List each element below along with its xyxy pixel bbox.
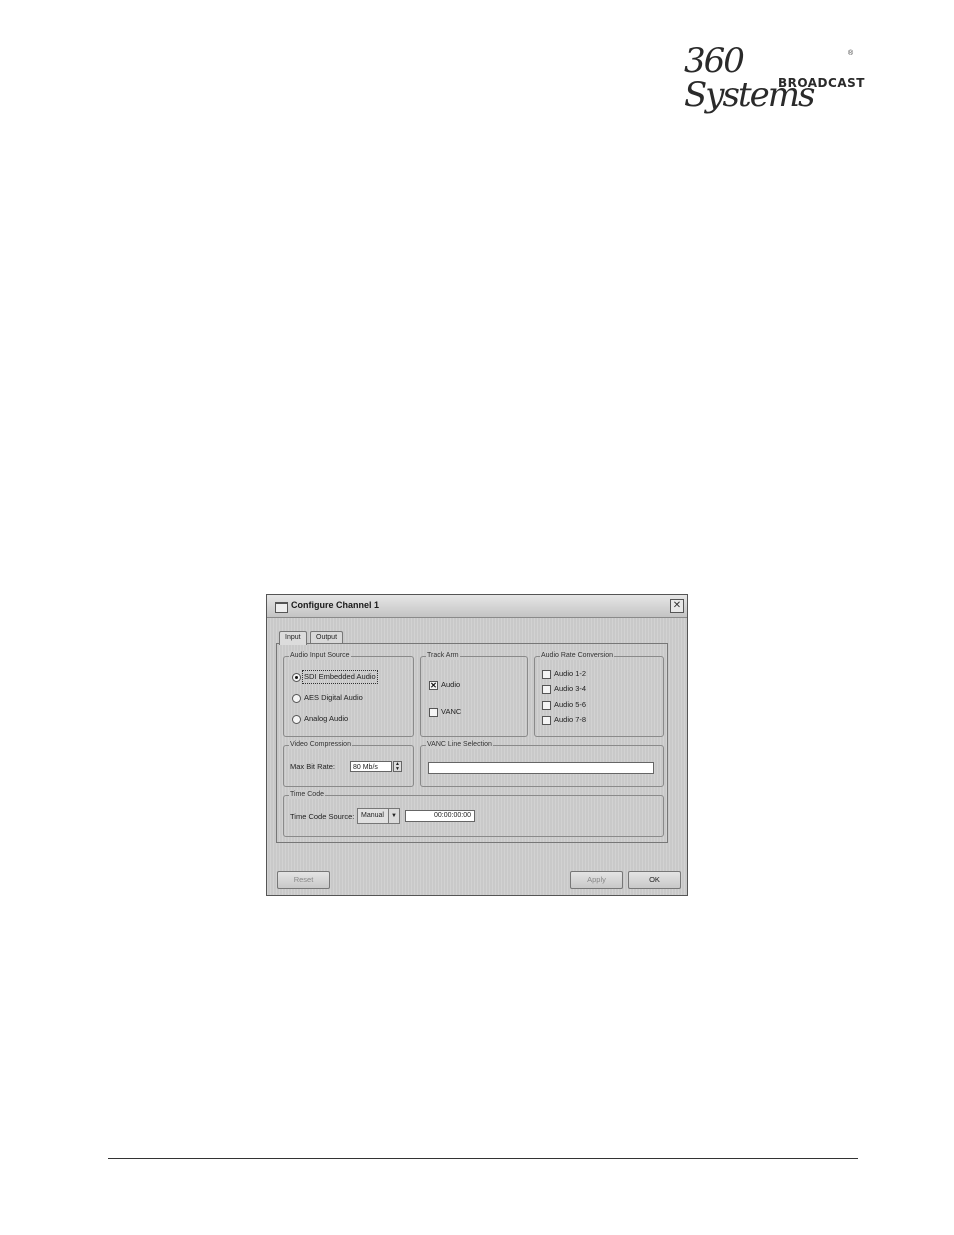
track-arm-group: Track Arm ✕ Audio VANC <box>420 651 528 737</box>
max-bit-rate-label: Max Bit Rate: <box>290 762 336 771</box>
time-code-group: Time Code Time Code Source: Manual ▼ 00:… <box>283 790 664 837</box>
checkbox[interactable] <box>429 708 438 717</box>
checkbox-checked[interactable]: ✕ <box>429 681 438 690</box>
company-logo: 360 Systems ® BROADCAST <box>684 44 864 112</box>
audio-input-source-label: Audio Input Source <box>289 651 351 660</box>
max-bit-rate-stepper[interactable]: ▲ ▼ <box>393 761 402 772</box>
checkbox[interactable] <box>542 685 551 694</box>
audio-rate-conversion-group: Audio Rate Conversion Audio 1-2 Audio 3-… <box>534 651 664 737</box>
footer-divider <box>108 1158 858 1159</box>
time-code-source-label: Time Code Source: <box>290 812 355 821</box>
checkbox-label: Audio 5-6 <box>554 700 587 709</box>
vanc-line-selection-group: VANC Line Selection <box>420 740 664 787</box>
checkbox-label: Audio 7-8 <box>554 715 587 724</box>
vanc-line-selection-label: VANC Line Selection <box>426 740 493 749</box>
audio-rate-conversion-label: Audio Rate Conversion <box>540 651 614 660</box>
audio-input-source-group: Audio Input Source SDI Embedded Audio AE… <box>283 651 414 737</box>
time-code-label: Time Code <box>289 790 325 799</box>
close-icon[interactable]: ✕ <box>670 599 684 613</box>
chevron-down-icon[interactable]: ▼ <box>388 808 400 824</box>
vanc-line-selection-input[interactable] <box>428 762 654 774</box>
radio-label: Analog Audio <box>304 714 349 723</box>
radio-label: SDI Embedded Audio <box>302 670 378 684</box>
radio-button[interactable] <box>292 715 301 724</box>
dialog-title: Configure Channel 1 <box>291 600 380 610</box>
configure-channel-dialog: Configure Channel 1 ✕ Input Output Audio… <box>266 594 688 896</box>
max-bit-rate-input[interactable]: 80 Mb/s <box>350 761 392 772</box>
checkbox[interactable] <box>542 670 551 679</box>
apply-button[interactable]: Apply <box>570 871 623 889</box>
radio-button[interactable] <box>292 694 301 703</box>
track-arm-label: Track Arm <box>426 651 460 660</box>
checkbox[interactable] <box>542 701 551 710</box>
tab-input[interactable]: Input <box>279 631 307 645</box>
checkbox-label: Audio 1-2 <box>554 669 587 678</box>
dialog-titlebar[interactable]: Configure Channel 1 ✕ <box>267 595 687 618</box>
video-compression-label: Video Compression <box>289 740 352 749</box>
radio-button-selected[interactable] <box>292 673 301 682</box>
time-code-source-select[interactable]: Manual <box>357 808 389 824</box>
stepper-down-icon[interactable]: ▼ <box>394 767 401 772</box>
checkbox-label: Audio <box>441 680 461 689</box>
ok-button[interactable]: OK <box>628 871 681 889</box>
logo-registered-mark: ® <box>848 50 854 57</box>
window-icon <box>275 602 288 613</box>
checkbox-label: VANC <box>441 707 462 716</box>
reset-button[interactable]: Reset <box>277 871 330 889</box>
input-tab-panel: Audio Input Source SDI Embedded Audio AE… <box>276 643 668 843</box>
checkbox[interactable] <box>542 716 551 725</box>
radio-label: AES Digital Audio <box>304 693 363 702</box>
time-code-value-input[interactable]: 00:00:00:00 <box>405 810 475 822</box>
video-compression-group: Video Compression Max Bit Rate: 80 Mb/s … <box>283 740 414 787</box>
checkbox-label: Audio 3-4 <box>554 684 587 693</box>
logo-broadcast-text: BROADCAST <box>778 76 865 90</box>
